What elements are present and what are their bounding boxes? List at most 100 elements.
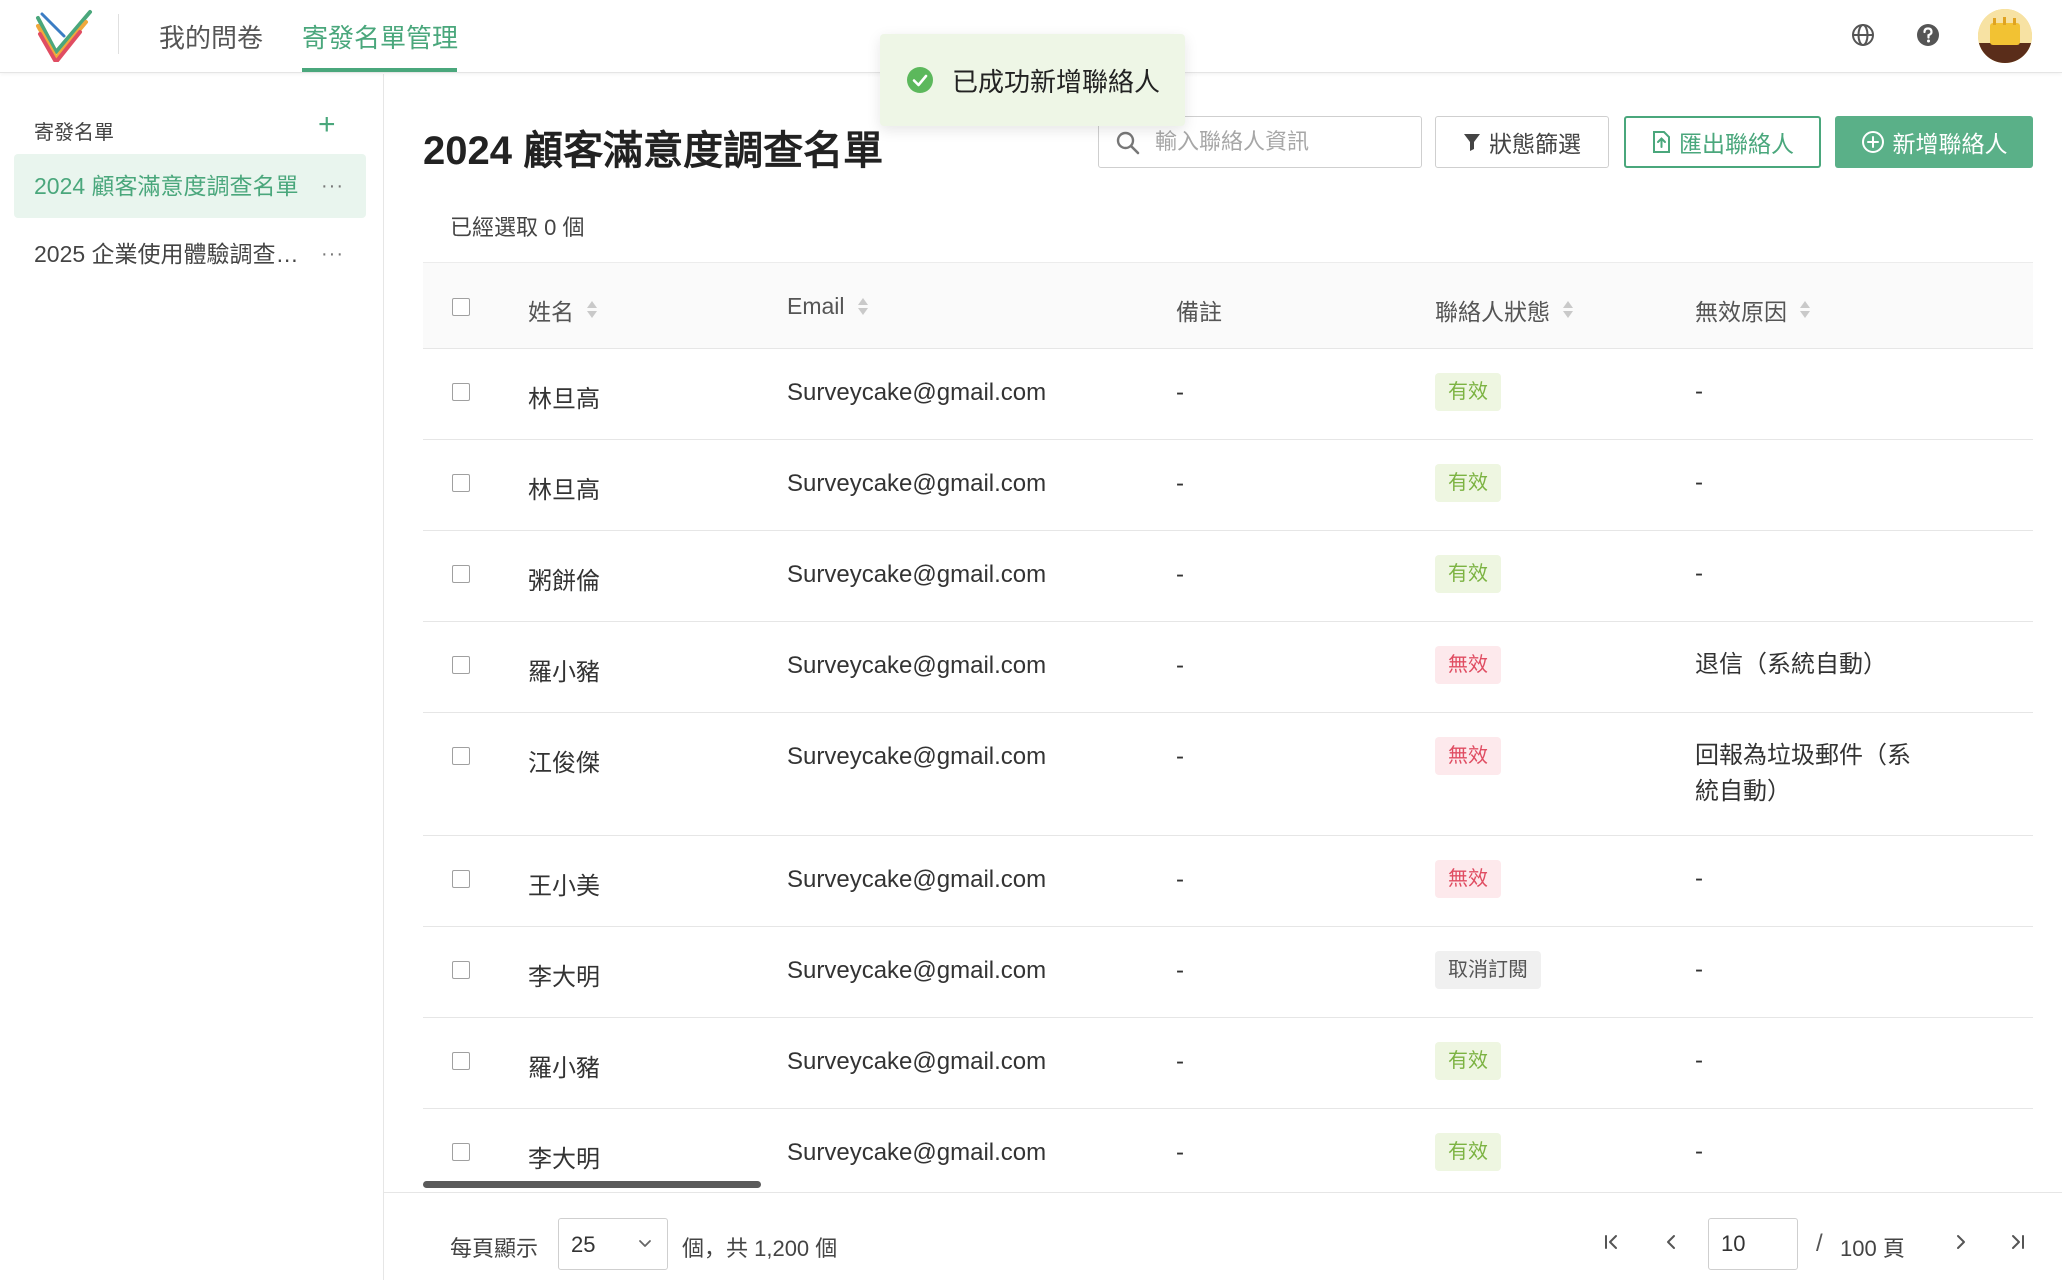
sort-icon[interactable] bbox=[857, 297, 869, 316]
table-row[interactable]: 羅小豬 Surveycake@gmail.com - 有效 - bbox=[423, 1018, 2033, 1109]
status-cell: 有效 bbox=[1435, 1133, 1501, 1171]
select-all-checkbox[interactable] bbox=[452, 298, 470, 316]
row-checkbox[interactable] bbox=[452, 870, 470, 888]
contact-note: - bbox=[1176, 1139, 1184, 1166]
invalid-reason: - bbox=[1695, 1138, 1703, 1165]
invalid-reason: 退信（系統自動） bbox=[1695, 651, 1887, 678]
contact-email: Surveycake@gmail.com bbox=[787, 743, 1047, 770]
contact-name: 粥餅倫 bbox=[528, 568, 600, 595]
contact-email: Surveycake@gmail.com bbox=[787, 561, 1047, 588]
app-logo-icon[interactable] bbox=[34, 8, 94, 62]
status-badge: 無效 bbox=[1435, 860, 1501, 898]
first-page-icon[interactable] bbox=[1597, 1227, 1627, 1257]
column-header-reason[interactable]: 無效原因 bbox=[1695, 293, 1811, 327]
table-row[interactable]: 林旦高 Surveycake@gmail.com - 有效 - bbox=[423, 349, 2033, 440]
status-badge: 有效 bbox=[1435, 1133, 1501, 1171]
user-avatar[interactable] bbox=[1978, 9, 2032, 63]
tab-mailing-lists[interactable]: 寄發名單管理 bbox=[302, 18, 458, 55]
table-row[interactable]: 王小美 Surveycake@gmail.com - 無效 - bbox=[423, 836, 2033, 927]
column-header-email[interactable]: Email bbox=[787, 293, 869, 320]
total-count: 個，共 1,200 個 bbox=[682, 1236, 838, 1261]
contact-email: Surveycake@gmail.com bbox=[787, 1048, 1047, 1075]
contact-note: - bbox=[1176, 1048, 1184, 1075]
column-header-status[interactable]: 聯絡人狀態 bbox=[1435, 293, 1574, 327]
row-checkbox[interactable] bbox=[452, 565, 470, 583]
sidebar-item-label: 2025 企業使用體驗調查名單 bbox=[34, 241, 309, 267]
more-icon[interactable]: ··· bbox=[321, 222, 344, 286]
contact-name: 王小美 bbox=[528, 873, 600, 900]
add-contact-label: 新增聯絡人 bbox=[1892, 131, 2008, 157]
row-checkbox[interactable] bbox=[452, 1052, 470, 1070]
status-cell: 無效 bbox=[1435, 860, 1501, 898]
selected-count: 已經選取 0 個 bbox=[450, 215, 585, 240]
export-contacts-button[interactable]: 匯出聯絡人 bbox=[1624, 116, 1821, 168]
sort-icon[interactable] bbox=[1799, 301, 1811, 319]
row-checkbox[interactable] bbox=[452, 961, 470, 979]
table-row[interactable]: 羅小豬 Surveycake@gmail.com - 無效 退信（系統自動） bbox=[423, 622, 2033, 713]
contact-name: 羅小豬 bbox=[528, 659, 600, 686]
help-icon[interactable] bbox=[1915, 22, 1941, 48]
row-checkbox[interactable] bbox=[452, 747, 470, 765]
row-checkbox[interactable] bbox=[452, 656, 470, 674]
last-page-icon[interactable] bbox=[2002, 1227, 2032, 1257]
globe-icon[interactable] bbox=[1850, 22, 1876, 48]
status-filter-button[interactable]: 狀態篩選 bbox=[1435, 116, 1609, 168]
next-page-icon[interactable] bbox=[1946, 1227, 1976, 1257]
status-cell: 取消訂閱 bbox=[1435, 951, 1541, 989]
sidebar-heading: 寄發名單 bbox=[34, 122, 114, 144]
sort-icon[interactable] bbox=[1562, 301, 1574, 319]
table-row[interactable]: 林旦高 Surveycake@gmail.com - 有效 - bbox=[423, 440, 2033, 531]
table-row[interactable]: 江俊傑 Surveycake@gmail.com - 無效 回報為垃圾郵件（系統… bbox=[423, 713, 2033, 836]
pagination-bar: 每頁顯示 25 個，共 1,200 個 / 100 頁 bbox=[384, 1192, 2062, 1280]
status-cell: 有效 bbox=[1435, 464, 1501, 502]
horizontal-scrollbar[interactable] bbox=[423, 1181, 761, 1188]
sidebar: 寄發名單 + 2024 顧客滿意度調查名單 ··· 2025 企業使用體驗調查名… bbox=[0, 74, 384, 1280]
plus-circle-icon bbox=[1861, 131, 1884, 153]
column-header-name[interactable]: 姓名 bbox=[528, 293, 598, 327]
column-header-note: 備註 bbox=[1176, 293, 1222, 327]
add-contact-button[interactable]: 新增聯絡人 bbox=[1835, 116, 2033, 168]
row-checkbox[interactable] bbox=[452, 1143, 470, 1161]
invalid-reason: - bbox=[1695, 469, 1703, 496]
filter-icon bbox=[1464, 134, 1480, 151]
contact-note: - bbox=[1176, 379, 1184, 406]
more-icon[interactable]: ··· bbox=[321, 154, 344, 218]
tab-my-surveys[interactable]: 我的問卷 bbox=[159, 18, 263, 55]
contact-name: 江俊傑 bbox=[528, 750, 600, 777]
contact-note: - bbox=[1176, 652, 1184, 679]
status-badge: 無效 bbox=[1435, 646, 1501, 684]
table-row[interactable]: 李大明 Surveycake@gmail.com - 取消訂閱 - bbox=[423, 927, 2033, 1018]
invalid-reason: - bbox=[1695, 560, 1703, 587]
row-checkbox[interactable] bbox=[452, 383, 470, 401]
chevron-down-icon bbox=[639, 1240, 651, 1247]
status-badge: 有效 bbox=[1435, 373, 1501, 411]
row-checkbox[interactable] bbox=[452, 474, 470, 492]
previous-page-icon[interactable] bbox=[1656, 1227, 1686, 1257]
add-list-button[interactable]: + bbox=[318, 110, 336, 140]
per-page-select[interactable]: 25 bbox=[558, 1218, 668, 1270]
search-icon bbox=[1116, 131, 1140, 155]
per-page-label: 每頁顯示 bbox=[450, 1236, 539, 1261]
current-page-input[interactable] bbox=[1708, 1218, 1798, 1270]
status-badge: 有效 bbox=[1435, 464, 1501, 502]
table-row[interactable]: 粥餅倫 Surveycake@gmail.com - 有效 - bbox=[423, 531, 2033, 622]
contact-note: - bbox=[1176, 470, 1184, 497]
status-cell: 無效 bbox=[1435, 646, 1501, 684]
search-input[interactable] bbox=[1155, 125, 1410, 159]
active-tab-underline bbox=[302, 68, 457, 72]
sidebar-item-list-2025[interactable]: 2025 企業使用體驗調查名單 ··· bbox=[14, 222, 366, 286]
total-pages: 100 頁 bbox=[1840, 1236, 1905, 1261]
column-header-label: 姓名 bbox=[528, 299, 574, 325]
sidebar-item-list-2024[interactable]: 2024 顧客滿意度調查名單 ··· bbox=[14, 154, 366, 218]
table-header: 姓名 Email 備註 聯絡人狀態 無效原因 bbox=[423, 262, 2033, 349]
page-separator: / bbox=[1816, 1230, 1823, 1257]
column-header-label: 備註 bbox=[1176, 299, 1222, 325]
status-cell: 有效 bbox=[1435, 1042, 1501, 1080]
contact-note: - bbox=[1176, 957, 1184, 984]
contact-name: 林旦高 bbox=[528, 386, 600, 413]
status-filter-label: 狀態篩選 bbox=[1489, 131, 1581, 157]
sort-icon[interactable] bbox=[586, 301, 598, 319]
success-toast: 已成功新增聯絡人 bbox=[880, 34, 1185, 126]
sidebar-item-label: 2024 顧客滿意度調查名單 bbox=[34, 173, 299, 199]
header-divider bbox=[118, 14, 119, 54]
